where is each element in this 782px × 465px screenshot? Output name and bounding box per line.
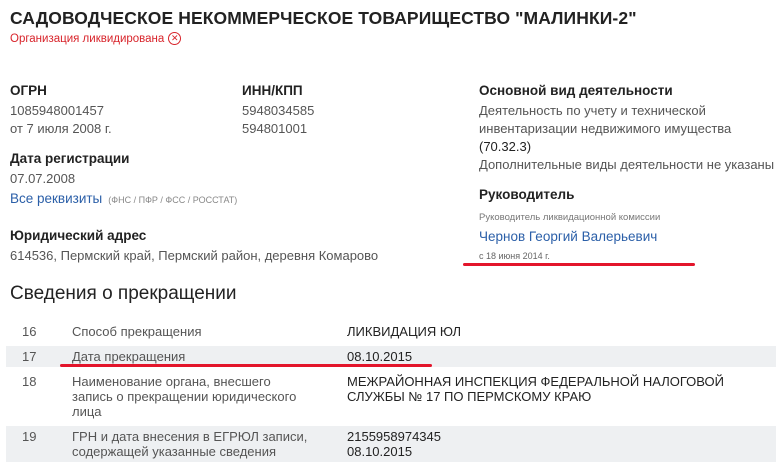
inn-label: ИНН/КПП bbox=[242, 83, 303, 98]
annotation-underline-head bbox=[463, 263, 695, 266]
activity-line2: инвентаризации недвижимого имущества bbox=[479, 121, 732, 136]
ogrn-label: ОГРН bbox=[10, 83, 47, 98]
termination-title: Сведения о прекращении bbox=[10, 283, 237, 304]
row-value: МЕЖРАЙОННАЯ ИНСПЕКЦИЯ ФЕДЕРАЛЬНОЙ НАЛОГО… bbox=[347, 374, 724, 404]
requisites: Все реквизиты (ФНС / ПФР / ФСС / РОССТАТ… bbox=[10, 191, 237, 206]
reg-value: 07.07.2008 bbox=[10, 171, 76, 186]
row-number: 19 bbox=[6, 426, 72, 462]
address-value: 614536, Пермский край, Пермский район, д… bbox=[10, 248, 379, 263]
ogrn-value: 1085948001457 bbox=[10, 103, 104, 118]
row-value: ЛИКВИДАЦИЯ ЮЛ bbox=[347, 324, 461, 339]
termination-table: 16 Способ прекращения ЛИКВИДАЦИЯ ЮЛ 17 Д… bbox=[6, 321, 776, 462]
reg-label: Дата регистрации bbox=[10, 151, 130, 166]
row-number: 16 bbox=[22, 324, 37, 339]
table-row: 16 Способ прекращения ЛИКВИДАЦИЯ ЮЛ bbox=[6, 321, 776, 342]
row-key: ГРН и дата внесения в ЕГРЮЛ записи, соде… bbox=[72, 426, 347, 462]
head-label: Руководитель bbox=[479, 187, 575, 202]
head-role: Руководитель ликвидационной комиссии bbox=[479, 212, 661, 223]
table-row: 19 ГРН и дата внесения в ЕГРЮЛ записи, с… bbox=[6, 426, 776, 462]
address-label: Юридический адрес bbox=[10, 228, 147, 243]
org-title: САДОВОДЧЕСКОЕ НЕКОММЕРЧЕСКОЕ ТОВАРИЩЕСТВ… bbox=[10, 8, 637, 28]
kpp-value: 594801001 bbox=[242, 121, 308, 136]
annotation-underline-termination-date bbox=[60, 364, 432, 367]
close-circle-icon: ✕ bbox=[168, 32, 182, 45]
activity-label: Основной вид деятельности bbox=[479, 83, 673, 98]
row-number: 18 bbox=[22, 374, 37, 389]
row-key: Способ прекращения bbox=[72, 324, 202, 339]
activity-line1: Деятельность по учету и технической bbox=[479, 103, 706, 118]
org-status: Организация ликвидирована ✕ bbox=[10, 32, 182, 45]
requisites-sources: (ФНС / ПФР / ФСС / РОССТАТ) bbox=[108, 195, 238, 205]
row-value: 2155958974345 08.10.2015 bbox=[347, 426, 776, 462]
table-row: 18 Наименование органа, внесшего запись … bbox=[6, 371, 776, 422]
row-key: Наименование органа, внесшего запись о п… bbox=[72, 374, 297, 419]
head-since: с 18 июня 2014 г. bbox=[479, 251, 550, 261]
head-name-link[interactable]: Чернов Георгий Валерьевич bbox=[479, 229, 657, 244]
activity-code: (70.32.3) bbox=[479, 139, 532, 154]
inn-value: 5948034585 bbox=[242, 103, 315, 118]
status-text: Организация ликвидирована bbox=[10, 32, 165, 45]
activity-extra: Дополнительные виды деятельности не указ… bbox=[479, 157, 775, 172]
ogrn-date: от 7 июля 2008 г. bbox=[10, 121, 112, 136]
all-requisites-link[interactable]: Все реквизиты bbox=[10, 191, 102, 206]
